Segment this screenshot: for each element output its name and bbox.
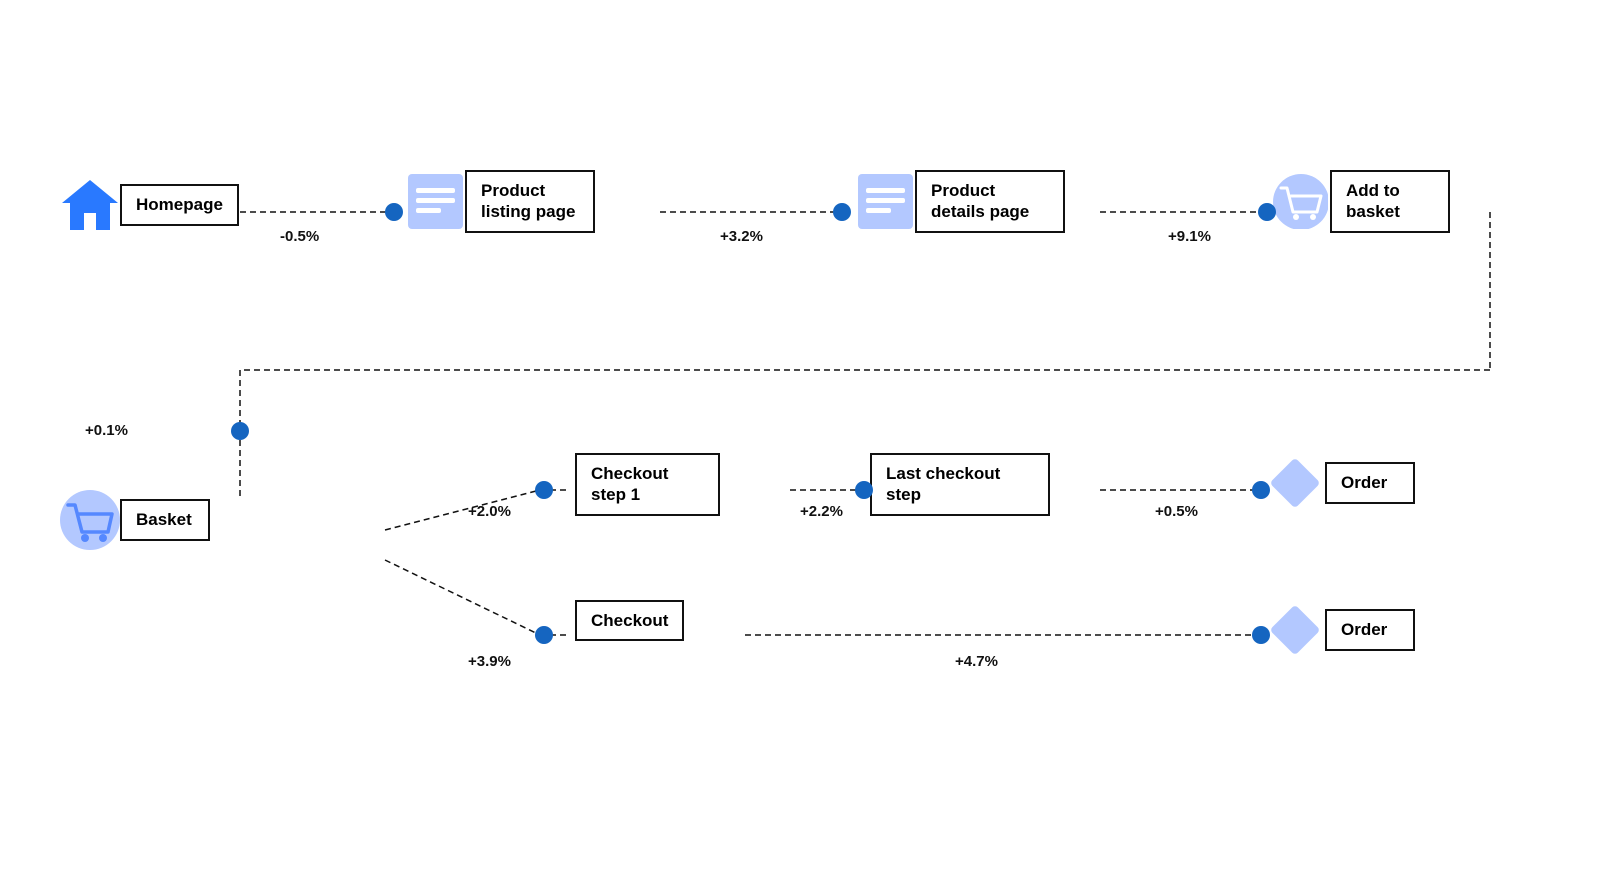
pct-basket-cs1: +2.0% <box>468 503 511 520</box>
order2-box: Order <box>1325 609 1415 650</box>
checkout-node: Checkout <box>575 600 684 641</box>
homepage-box: Homepage <box>120 184 239 225</box>
home-icon <box>60 175 120 235</box>
pct-cs1-lcs: +2.2% <box>800 503 843 520</box>
dot-plp-pdp <box>833 203 851 221</box>
checkout-step1-node: Checkoutstep 1 <box>575 453 720 516</box>
pct-lcs-order1: +0.5% <box>1155 503 1198 520</box>
last-checkout-box: Last checkoutstep <box>870 453 1050 516</box>
product-details-node: Productdetails page <box>855 170 1065 233</box>
list-icon-1 <box>405 171 465 231</box>
add-to-basket-node: Add tobasket <box>1270 170 1450 233</box>
checkout-step1-box: Checkoutstep 1 <box>575 453 720 516</box>
basket-box: Basket <box>120 499 210 540</box>
diamond-icon-1 <box>1265 453 1325 513</box>
basket-node: Basket <box>60 490 210 550</box>
pct-basket-checkout: +3.9% <box>468 653 511 670</box>
add-to-basket-box: Add tobasket <box>1330 170 1450 233</box>
dot-basket-checkout <box>535 626 553 644</box>
dot-lcs-order1 <box>1252 481 1270 499</box>
pct-hp-plp: -0.5% <box>280 228 319 245</box>
order2-node: Order <box>1265 600 1415 660</box>
product-listing-node: Productlisting page <box>405 170 595 233</box>
dot-hp-plp <box>385 203 403 221</box>
pct-pdp-atb: +9.1% <box>1168 228 1211 245</box>
cart-icon-1 <box>1270 171 1330 231</box>
dot-pdp-atb <box>1258 203 1276 221</box>
last-checkout-node: Last checkoutstep <box>870 453 1050 516</box>
product-details-box: Productdetails page <box>915 170 1065 233</box>
order1-box: Order <box>1325 462 1415 503</box>
diagram-container: Homepage Productlisting page Productdeta… <box>0 0 1601 874</box>
pct-plp-pdp: +3.2% <box>720 228 763 245</box>
order1-node: Order <box>1265 453 1415 513</box>
cart-icon-2 <box>60 490 120 550</box>
pct-basket-back: +0.1% <box>85 422 128 439</box>
product-listing-box: Productlisting page <box>465 170 595 233</box>
diamond-icon-2 <box>1265 600 1325 660</box>
pct-checkout-order2: +4.7% <box>955 653 998 670</box>
dot-cs1-lcs <box>855 481 873 499</box>
checkout-box: Checkout <box>575 600 684 641</box>
dot-return <box>231 422 249 440</box>
dot-basket-cs1 <box>535 481 553 499</box>
list-icon-2 <box>855 171 915 231</box>
homepage-node: Homepage <box>60 175 239 235</box>
dot-checkout-order2 <box>1252 626 1270 644</box>
